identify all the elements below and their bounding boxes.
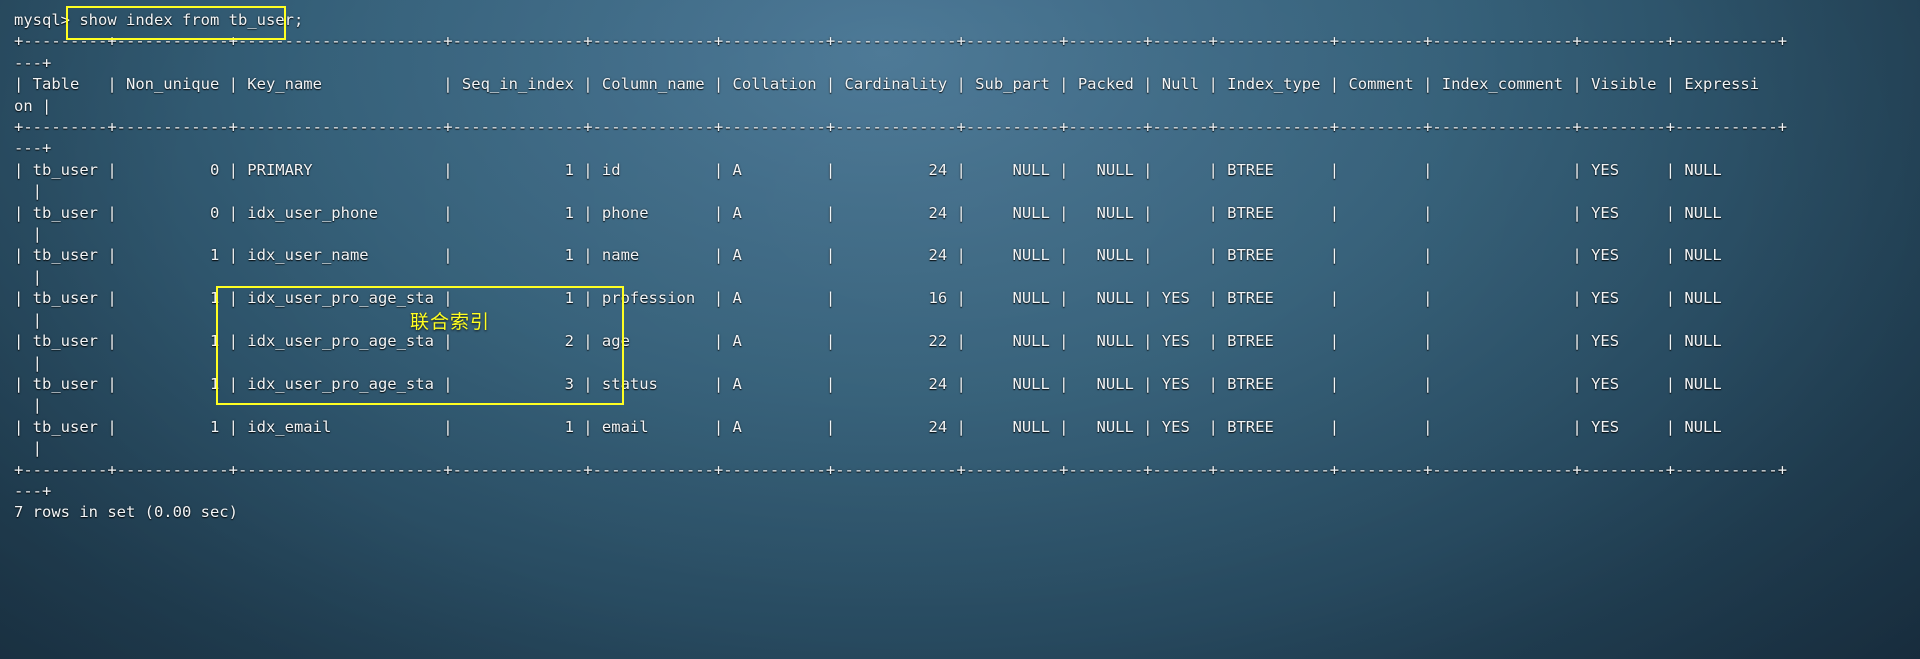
table-row: | tb_user | 1 | idx_user_pro_age_sta | 3… [14, 374, 1769, 393]
table-row: | tb_user | 0 | idx_user_phone | 1 | pho… [14, 203, 1769, 222]
table-row: | tb_user | 1 | idx_user_pro_age_sta | 1… [14, 289, 1769, 308]
table-row: | tb_user | 0 | PRIMARY | 1 | id | A | 2… [14, 160, 1769, 179]
table-row-wrap: | [14, 267, 42, 286]
table-header-border: +---------+------------+----------------… [14, 117, 1920, 138]
table-header-row-wrap: on | [14, 96, 1920, 117]
table-row-wrap: | [14, 225, 42, 244]
table-row-wrap: | [14, 310, 42, 329]
table-row-wrap: | [14, 396, 42, 415]
table-bottom-border: +---------+------------+----------------… [14, 460, 1920, 481]
table-row-wrap: | [14, 182, 42, 201]
header-wrap: on | [14, 96, 52, 115]
terminal-window[interactable]: mysql> show index from tb_user; +-------… [0, 0, 1920, 659]
typed-command[interactable]: show index from tb_user; [79, 11, 303, 29]
separator-main: +---------+------------+----------------… [14, 460, 1788, 479]
table-top-border: +---------+------------+----------------… [14, 31, 1920, 52]
table-bottom-border-wrap: ---+ [14, 481, 1920, 502]
command-line: mysql> show index from tb_user; [14, 10, 1920, 31]
table-header-border-wrap: ---+ [14, 138, 1920, 159]
table-row: | tb_user | 1 | idx_user_name | 1 | name… [14, 246, 1769, 265]
table-row-wrap: | [14, 353, 42, 372]
separator-main: +---------+------------+----------------… [14, 32, 1788, 51]
table-row-wrap: | [14, 439, 42, 458]
separator-wrap: ---+ [14, 481, 52, 500]
mysql-prompt: mysql> [14, 11, 70, 29]
table-row: | tb_user | 1 | idx_email | 1 | email | … [14, 417, 1769, 436]
table-header-row: | Table | Non_unique | Key_name | Seq_in… [14, 74, 1920, 95]
table-row: | tb_user | 1 | idx_user_pro_age_sta | 2… [14, 332, 1769, 351]
table-body: | tb_user | 0 | PRIMARY | 1 | id | A | 2… [14, 160, 1920, 460]
composite-index-annotation-label: 联合索引 [410, 311, 491, 333]
table-top-border-wrap: ---+ [14, 53, 1920, 74]
rows-in-set-text: 7 rows in set (0.00 sec) [14, 503, 238, 522]
separator-main: +---------+------------+----------------… [14, 118, 1788, 137]
header-line: | Table | Non_unique | Key_name | Seq_in… [14, 75, 1760, 94]
separator-wrap: ---+ [14, 139, 52, 158]
separator-wrap: ---+ [14, 53, 52, 72]
result-status-line: 7 rows in set (0.00 sec) [14, 502, 1920, 523]
